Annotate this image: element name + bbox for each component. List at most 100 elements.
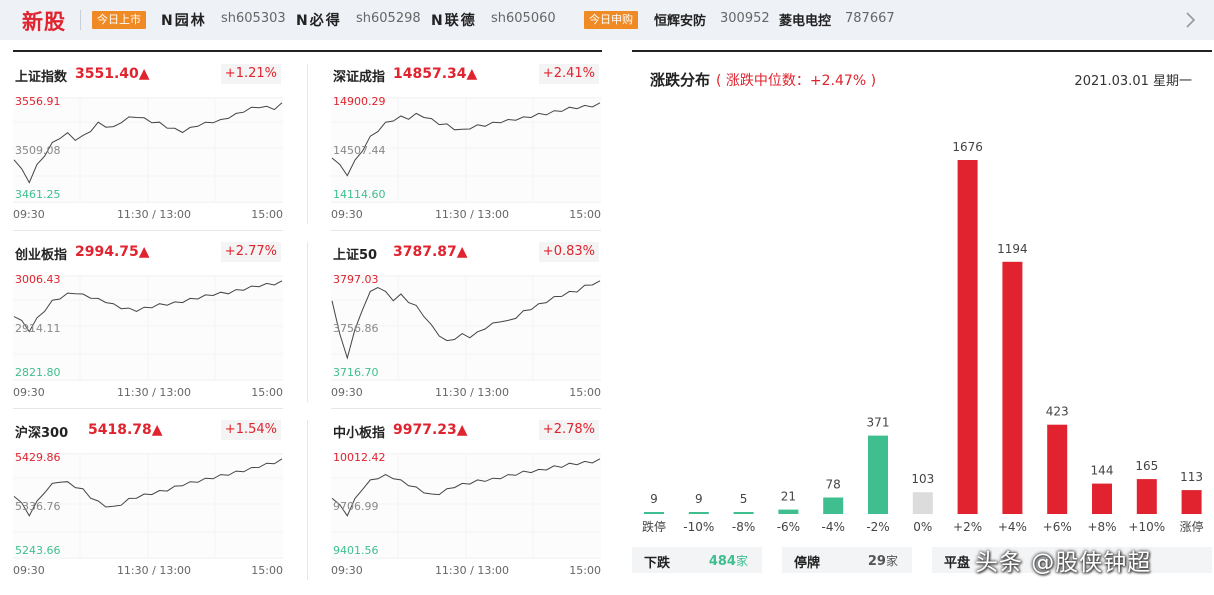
bar-category-label: +10% <box>1128 520 1165 532</box>
stat-label: 平盘 <box>944 556 971 571</box>
bar-value-label: 9 <box>695 492 703 506</box>
listing-code[interactable]: sh605298 <box>356 11 421 26</box>
new-stock-logo: 新股 <box>22 9 66 34</box>
low-label: 14114.60 <box>333 188 386 201</box>
index-name: 上证指数 <box>15 70 68 85</box>
distribution-bar[interactable] <box>868 435 888 514</box>
time-start-label: 09:30 <box>331 386 363 399</box>
time-end-label: 15:00 <box>251 564 283 577</box>
time-end-label: 15:00 <box>251 386 283 399</box>
index-change-badge: +2.78% <box>538 420 599 440</box>
distribution-bar[interactable] <box>1002 261 1023 514</box>
bar-value-label: 1194 <box>997 242 1028 256</box>
chevron-right-icon[interactable] <box>1180 10 1200 30</box>
bar-value-label: 165 <box>1135 459 1158 473</box>
subscribe-name[interactable]: 恒辉安防 <box>654 10 706 29</box>
distribution-bar[interactable] <box>688 512 709 514</box>
high-label: 14900.29 <box>333 95 386 108</box>
bar-value-label: 21 <box>781 490 796 504</box>
trade-date: 2021.03.01 星期一 <box>1074 74 1192 89</box>
bar-category-label: +6% <box>1043 520 1072 532</box>
mid-label: 2914.11 <box>15 322 61 335</box>
bar-value-label: 5 <box>740 492 748 506</box>
index-card[interactable]: 沪深300 5418.78▲ +1.54% 5429.86 5336.76 5243.66… <box>13 408 283 580</box>
bar-category-label: -8% <box>732 520 755 532</box>
listing-code[interactable]: sh605060 <box>491 11 556 26</box>
index-value: 9977.23▲ <box>393 422 468 438</box>
distribution-bar[interactable] <box>1047 424 1068 514</box>
high-label: 5429.86 <box>15 451 61 464</box>
distribution-bar[interactable] <box>1136 479 1157 514</box>
subscribe-code[interactable]: 787667 <box>845 11 895 26</box>
index-value: 2994.75▲ <box>75 244 150 260</box>
bar-category-label: 跌停 <box>642 519 666 532</box>
intraday-chart: 3797.03 3756.86 3716.70 09:30 11:30 / 13:00 1… <box>331 273 601 399</box>
listing-code[interactable]: sh605303 <box>221 11 286 26</box>
time-mid-label: 11:30 / 13:00 <box>435 386 509 399</box>
distribution-bar[interactable] <box>733 512 754 514</box>
index-value: 3551.40▲ <box>75 66 150 82</box>
index-card[interactable]: 创业板指 2994.75▲ +2.77% 3006.43 2914.11 2821.80 0… <box>13 230 283 402</box>
mid-label: 3756.86 <box>333 322 379 335</box>
time-end-label: 15:00 <box>569 564 601 577</box>
index-header: 沪深300 5418.78▲ +1.54% <box>13 420 283 442</box>
listing-name[interactable]: N必得 <box>296 10 342 30</box>
index-name: 深证成指 <box>333 70 386 85</box>
time-mid-label: 11:30 / 13:00 <box>117 564 191 577</box>
time-end-label: 15:00 <box>569 386 601 399</box>
index-panel: 上证指数 3551.40▲ +1.21% 3556.91 3509.08 3461.25 0… <box>13 50 602 580</box>
index-card[interactable]: 上证指数 3551.40▲ +1.21% 3556.91 3509.08 3461.25 0… <box>13 52 283 224</box>
high-label: 3797.03 <box>333 273 379 286</box>
stat-down: 下跌 484家 <box>632 547 762 573</box>
index-card[interactable]: 深证成指 14857.34▲ +2.41% 14900.29 14507.44 14114… <box>331 52 601 224</box>
time-start-label: 09:30 <box>13 386 45 399</box>
distribution-panel: 涨跌分布 ( 涨跌中位数：+2.47% ) 2021.03.01 星期一 9 跌停… <box>632 50 1212 580</box>
distribution-bar[interactable] <box>778 509 799 514</box>
stat-unit: 家 <box>735 554 748 568</box>
index-name: 上证50 <box>333 248 378 263</box>
bar-value-label: 9 <box>650 492 658 506</box>
time-mid-label: 11:30 / 13:00 <box>117 386 191 399</box>
watermark: 头条 @股侠钟超 <box>975 550 1152 576</box>
stat-value: 29家 <box>868 552 898 569</box>
time-start-label: 09:30 <box>331 208 363 221</box>
listing-name[interactable]: N联德 <box>431 10 477 30</box>
low-label: 3716.70 <box>333 366 379 379</box>
stat-number: 484 <box>708 554 736 569</box>
today-listing-tag: 今日上市 <box>92 11 146 29</box>
intraday-chart: 10012.42 9706.99 9401.56 09:30 11:30 / 13:00… <box>331 451 601 577</box>
distribution-bar[interactable] <box>1092 483 1112 514</box>
distribution-bar[interactable] <box>957 160 978 514</box>
distribution-bar[interactable] <box>823 497 844 515</box>
time-mid-label: 11:30 / 13:00 <box>435 208 509 221</box>
index-name: 创业板指 <box>15 248 68 263</box>
time-start-label: 09:30 <box>331 564 363 577</box>
time-start-label: 09:30 <box>13 208 45 221</box>
distribution-bar[interactable] <box>1181 490 1202 514</box>
median-change: ( 涨跌中位数：+2.47% ) <box>716 73 877 89</box>
intraday-chart: 5429.86 5336.76 5243.66 09:30 11:30 / 13:00 1… <box>13 451 283 577</box>
distribution-bar[interactable] <box>644 512 664 514</box>
bar-value-label: 371 <box>867 416 890 430</box>
subscribe-name[interactable]: 菱电电控 <box>779 10 831 29</box>
bar-value-label: 78 <box>826 478 841 492</box>
bar-category-label: +4% <box>998 520 1027 532</box>
distribution-bar[interactable] <box>912 492 933 514</box>
column-divider <box>307 242 308 402</box>
index-card[interactable]: 中小板指 9977.23▲ +2.78% 10012.42 9706.99 9401.56… <box>331 408 601 580</box>
column-divider <box>307 420 308 580</box>
bar-value-label: 144 <box>1091 464 1114 478</box>
index-header: 上证50 3787.87▲ +0.83% <box>331 242 601 264</box>
index-value: 5418.78▲ <box>88 422 163 438</box>
subscribe-code[interactable]: 300952 <box>720 11 770 26</box>
column-divider <box>307 64 308 224</box>
low-label: 5243.66 <box>15 544 61 557</box>
mid-label: 5336.76 <box>15 500 61 513</box>
index-change-badge: +2.41% <box>538 64 599 84</box>
listing-name[interactable]: N园林 <box>161 10 207 30</box>
index-header: 中小板指 9977.23▲ +2.78% <box>331 420 601 442</box>
banner-divider <box>80 10 81 30</box>
index-card[interactable]: 上证50 3787.87▲ +0.83% 3797.03 3756.86 3716.70 0… <box>331 230 601 402</box>
index-header: 创业板指 2994.75▲ +2.77% <box>13 242 283 264</box>
new-stock-banner: 新股 今日上市 N园林 sh605303 N必得 sh605298 N联德 sh… <box>0 0 1214 40</box>
